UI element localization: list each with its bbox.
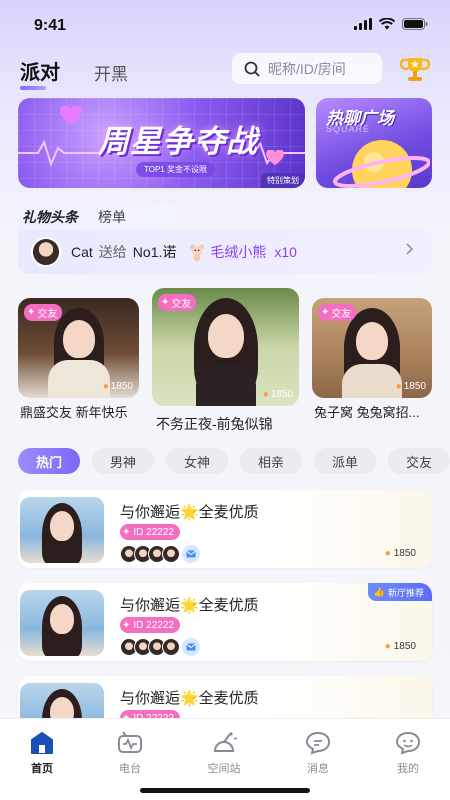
heart-icon bbox=[266, 150, 284, 166]
search-icon bbox=[244, 61, 260, 76]
planet-illustration bbox=[333, 140, 430, 188]
room-heat: ● 1850 bbox=[102, 381, 133, 392]
banner-title: 周星争夺战 bbox=[98, 124, 258, 159]
gift-receiver: No1.诺 bbox=[132, 244, 177, 260]
heart-icon bbox=[60, 106, 82, 125]
search-box[interactable] bbox=[232, 53, 382, 84]
featured-room-card[interactable]: ✦ 交友 ● 1850 bbox=[18, 298, 139, 398]
gift-feed-row[interactable]: Cat 送给 No1.诺 毛绒小熊 x10 bbox=[18, 230, 432, 274]
room-name: 不务正夜-前兔似锦 bbox=[156, 416, 273, 432]
message-icon bbox=[305, 731, 331, 755]
room-id-badge: ✦ID 22222 bbox=[120, 617, 180, 633]
avatar bbox=[162, 545, 180, 563]
category-friends[interactable]: 交友 bbox=[388, 448, 450, 474]
new-room-badge: 👍 新厅推荐 bbox=[367, 583, 432, 601]
mail-icon bbox=[182, 638, 200, 656]
thumbs-up-icon: 👍 bbox=[373, 586, 385, 597]
tab-gift-headlines[interactable]: 礼物头条 bbox=[22, 207, 78, 227]
dating-icon: ✦ bbox=[321, 307, 330, 318]
category-tabs: 热门 男神 女神 相亲 派单 交友 bbox=[18, 448, 450, 474]
room-title: 与你邂逅🌟全麦优质 bbox=[120, 504, 259, 521]
room-thumbnail bbox=[20, 497, 104, 563]
chat-square-banner[interactable]: 热聊广场 SQUARE bbox=[316, 98, 432, 188]
fire-icon: ● bbox=[262, 389, 269, 400]
room-id-badge: ✦ID 22222 bbox=[120, 524, 180, 540]
weekly-star-banner[interactable]: 周星争夺战 TOP1 奖金不设限 特别策划 bbox=[18, 98, 305, 188]
gift-sender: Cat bbox=[71, 244, 93, 260]
status-time: 9:41 bbox=[34, 17, 67, 34]
member-avatars bbox=[120, 545, 200, 563]
nav-home[interactable]: 首页 bbox=[12, 731, 72, 776]
tab-leaderboard[interactable]: 榜单 bbox=[98, 207, 126, 227]
home-icon bbox=[31, 732, 53, 754]
dating-icon: ✦ bbox=[122, 526, 131, 538]
member-avatars bbox=[120, 638, 200, 656]
wifi-icon bbox=[379, 18, 395, 30]
sender-avatar bbox=[31, 237, 61, 267]
category-male[interactable]: 男神 bbox=[92, 448, 154, 474]
status-bar: 9:41 bbox=[0, 0, 450, 48]
mail-icon bbox=[182, 545, 200, 563]
room-heat: ● 1850 bbox=[384, 641, 416, 652]
room-tag: ✦ 交友 bbox=[24, 304, 63, 321]
chevron-right-icon bbox=[406, 243, 414, 255]
battery-icon bbox=[402, 18, 428, 30]
room-tag: ✦ 交友 bbox=[158, 294, 197, 311]
profile-icon bbox=[395, 731, 421, 755]
nav-space-station[interactable]: 空间站 bbox=[194, 731, 254, 776]
featured-room-card[interactable]: ✦ 交友 ● 1850 bbox=[152, 288, 299, 406]
gift-name: 毛绒小熊 bbox=[210, 244, 267, 260]
dating-icon: ✦ bbox=[122, 619, 131, 631]
status-icons bbox=[354, 18, 428, 30]
category-female[interactable]: 女神 bbox=[166, 448, 228, 474]
gift-count: x10 bbox=[274, 244, 297, 260]
banner-tag: 特别策划 bbox=[261, 173, 305, 188]
room-tag: ✦ 交友 bbox=[318, 304, 357, 321]
dating-icon: ✦ bbox=[27, 307, 36, 318]
gift-verb: 送给 bbox=[98, 244, 127, 260]
nav-profile[interactable]: 我的 bbox=[378, 731, 438, 776]
radio-icon bbox=[118, 731, 142, 753]
tab-gaming[interactable]: 开黑 bbox=[94, 60, 128, 85]
category-hot[interactable]: 热门 bbox=[18, 448, 80, 474]
room-list-item[interactable]: 与你邂逅🌟全麦优质 ✦ ID 22222 ● 1850 bbox=[18, 490, 432, 568]
room-name: 兔子窝 兔兔窝招... bbox=[314, 405, 420, 420]
teddy-bear-icon bbox=[190, 244, 205, 261]
fire-icon: ● bbox=[384, 548, 391, 559]
planet-icon bbox=[213, 732, 238, 752]
banner-subtitle: TOP1 奖金不设限 bbox=[136, 162, 215, 177]
room-heat: ● 1850 bbox=[262, 389, 293, 400]
avatar bbox=[162, 638, 180, 656]
nav-radio[interactable]: 电台 bbox=[100, 731, 160, 776]
home-indicator bbox=[140, 788, 310, 793]
fire-icon: ● bbox=[102, 381, 109, 392]
fire-icon: ● bbox=[384, 641, 391, 652]
signal-icon bbox=[354, 18, 372, 30]
nav-messages[interactable]: 消息 bbox=[288, 731, 348, 776]
search-input[interactable] bbox=[268, 60, 378, 77]
dating-icon: ✦ bbox=[161, 297, 170, 308]
fire-icon: ● bbox=[395, 381, 402, 392]
room-heat: ● 1850 bbox=[395, 381, 426, 392]
trophy-icon[interactable] bbox=[398, 52, 432, 86]
gift-feed-tabs: 礼物头条 榜单 bbox=[18, 204, 178, 230]
tab-party[interactable]: 派对 bbox=[20, 56, 60, 90]
room-title: 与你邂逅🌟全麦优质 bbox=[120, 597, 259, 614]
room-list-item[interactable]: 👍 新厅推荐 与你邂逅🌟全麦优质 ✦ ID 22222 ● 1850 bbox=[18, 583, 432, 661]
room-heat: ● 1850 bbox=[384, 548, 416, 559]
top-tabs: 派对 开黑 bbox=[20, 56, 128, 90]
room-name: 鼎盛交友 新年快乐 bbox=[20, 405, 128, 420]
gift-feed-card: 礼物头条 榜单 Cat 送给 No1.诺 毛绒小熊 x10 bbox=[18, 204, 432, 274]
category-orders[interactable]: 派单 bbox=[314, 448, 376, 474]
featured-room-card[interactable]: ✦ 交友 ● 1850 bbox=[312, 298, 432, 398]
room-title: 与你邂逅🌟全麦优质 bbox=[120, 690, 259, 707]
category-blind-date[interactable]: 相亲 bbox=[240, 448, 302, 474]
room-thumbnail bbox=[20, 590, 104, 656]
